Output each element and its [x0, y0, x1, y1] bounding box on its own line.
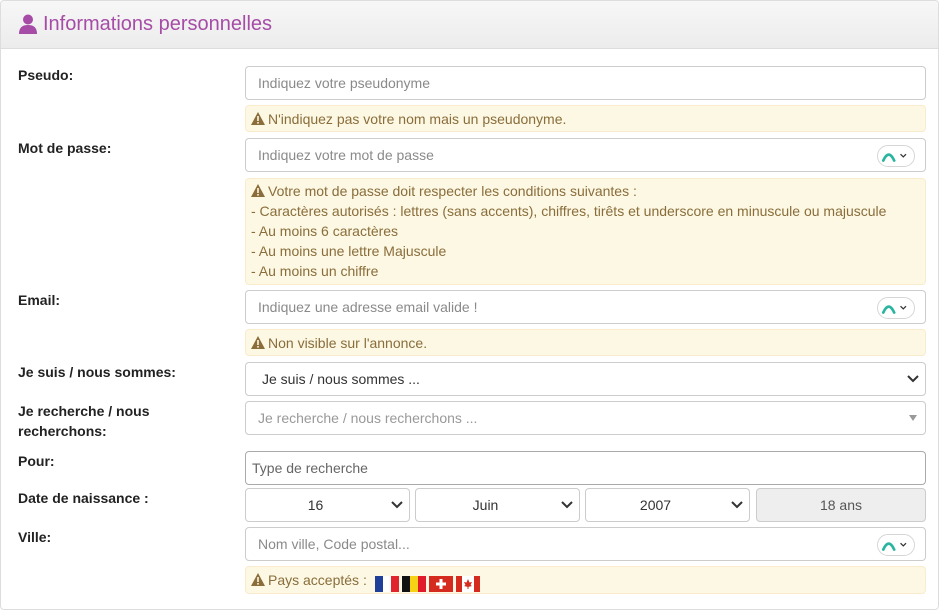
- warning-icon: [251, 184, 265, 197]
- email-hint-text: Non visible sur l'annonce.: [268, 335, 428, 351]
- flag-canada-icon: [455, 576, 480, 593]
- je-recherche-select[interactable]: Je recherche / nous recherchons ...: [245, 401, 926, 435]
- flag-belgium-icon: [401, 576, 426, 593]
- password-input[interactable]: Indiquez votre mot de passe: [245, 138, 926, 172]
- caret-down-icon: [909, 415, 917, 421]
- je-recherche-placeholder: Je recherche / nous recherchons ...: [258, 410, 478, 426]
- ville-hint-text: Pays acceptés :: [268, 572, 367, 588]
- pour-input[interactable]: Type de recherche: [245, 451, 926, 485]
- chevron-down-icon: [561, 501, 573, 509]
- ville-placeholder: Nom ville, Code postal...: [258, 536, 410, 552]
- password-rule: - Caractères autorisés : lettres (sans a…: [251, 203, 887, 219]
- birthdate-label: Date de naissance :: [18, 490, 149, 506]
- chevron-down-icon: [907, 375, 919, 383]
- pour-label: Pour:: [18, 453, 55, 469]
- pseudo-label: Pseudo:: [18, 67, 74, 83]
- flag-switzerland-icon: [428, 576, 453, 593]
- chevron-down-icon: [391, 501, 403, 509]
- warning-icon: [251, 112, 265, 125]
- birth-year-select[interactable]: 2007: [585, 488, 750, 522]
- password-manager-icon[interactable]: [877, 297, 915, 319]
- ville-hint-alert: Pays acceptés :: [245, 566, 926, 594]
- email-label: Email:: [18, 292, 61, 308]
- warning-icon: [251, 336, 265, 349]
- pseudo-hint-text: N'indiquez pas votre nom mais un pseudon…: [268, 111, 567, 127]
- je-recherche-label: Je recherche / nous recherchons:: [18, 403, 150, 439]
- birth-month-value: Juin: [472, 497, 499, 513]
- password-placeholder: Indiquez votre mot de passe: [258, 147, 434, 163]
- pseudo-input[interactable]: Indiquez votre pseudonyme: [245, 66, 926, 100]
- password-rules-title-row: Votre mot de passe doit respecter les co…: [251, 181, 920, 201]
- birth-year-value: 2007: [639, 497, 672, 513]
- panel-title: Informations personnelles: [43, 13, 273, 35]
- personal-info-panel: Informations personnelles Pseudo: Indiqu…: [0, 0, 939, 610]
- ville-label: Ville:: [18, 529, 52, 545]
- password-manager-icon[interactable]: [877, 145, 915, 167]
- accepted-flags: [374, 573, 483, 593]
- pseudo-hint-alert: N'indiquez pas votre nom mais un pseudon…: [245, 105, 926, 132]
- je-suis-select[interactable]: Je suis / nous sommes ...: [245, 362, 926, 396]
- birth-month-select[interactable]: Juin: [415, 488, 580, 522]
- birth-day-value: 16: [307, 497, 324, 513]
- password-rule: - Au moins une lettre Majuscule: [251, 243, 447, 259]
- email-input[interactable]: Indiquez une adresse email valide !: [245, 290, 926, 324]
- pseudo-placeholder: Indiquez votre pseudonyme: [258, 75, 430, 91]
- password-rule: - Au moins 6 caractères: [251, 223, 399, 239]
- password-label: Mot de passe:: [18, 140, 112, 156]
- chevron-down-icon: [731, 501, 743, 509]
- email-hint-alert: Non visible sur l'annonce.: [245, 329, 926, 356]
- pour-placeholder: Type de recherche: [252, 460, 368, 476]
- user-icon: [19, 14, 37, 34]
- password-rules-alert: Votre mot de passe doit respecter les co…: [245, 178, 926, 285]
- je-suis-selected-value: Je suis / nous sommes ...: [262, 371, 420, 387]
- ville-input[interactable]: Nom ville, Code postal...: [245, 527, 926, 561]
- password-rule: - Au moins un chiffre: [251, 263, 379, 279]
- password-rules-title: Votre mot de passe doit respecter les co…: [268, 183, 637, 199]
- password-manager-icon[interactable]: [877, 534, 915, 556]
- panel-heading: Informations personnelles: [1, 1, 938, 49]
- birth-day-select[interactable]: 16: [245, 488, 410, 522]
- age-display: 18 ans: [756, 488, 926, 522]
- warning-icon: [251, 573, 265, 586]
- je-suis-label: Je suis / nous sommes:: [18, 364, 176, 380]
- email-placeholder: Indiquez une adresse email valide !: [258, 299, 478, 315]
- flag-france-icon: [374, 576, 399, 593]
